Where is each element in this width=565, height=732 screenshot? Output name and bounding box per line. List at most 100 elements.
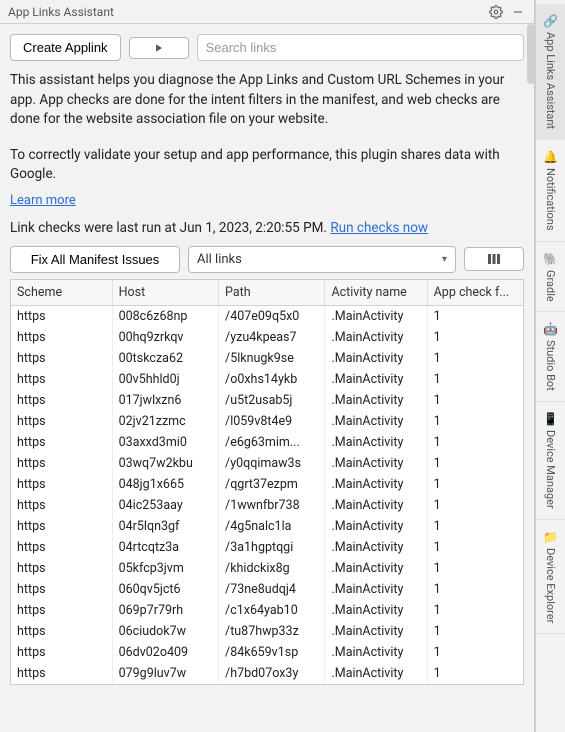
table-row[interactable]: https069p7r79rh/c1x64yab10.MainActivity1 <box>11 600 523 621</box>
cell-check: 1 <box>427 621 523 642</box>
cell-scheme: https <box>11 474 112 495</box>
search-input[interactable] <box>197 34 524 61</box>
cell-host: 079g9luv7w <box>112 663 218 684</box>
cell-path: /c1x64yab10 <box>219 600 325 621</box>
panel-content: Create Applink This assistant helps you … <box>0 24 534 695</box>
cell-path: /u5t2usab5j <box>219 390 325 411</box>
table-row[interactable]: https06dv02o409/84k659v1sp.MainActivity1 <box>11 642 523 663</box>
table-row[interactable]: https06ciudok7w/tu87hwp33z.MainActivity1 <box>11 621 523 642</box>
cell-host: 05kfcp3jvm <box>112 558 218 579</box>
table-row[interactable]: https04ic253aay/1wwnfbr738.MainActivity1 <box>11 495 523 516</box>
cell-check: 1 <box>427 432 523 453</box>
cell-path: /73ne8udqj4 <box>219 579 325 600</box>
table-row[interactable]: https05kfcp3jvm/khidckix8g.MainActivity1 <box>11 558 523 579</box>
side-tab-device-explorer[interactable]: 📁 Device Explorer <box>536 520 565 634</box>
side-tab-label: Device Explorer <box>544 548 557 623</box>
side-tab-notifications[interactable]: 🔔 Notifications <box>536 140 565 242</box>
table-header-row: Scheme Host Path Activity name App check… <box>11 280 523 306</box>
cell-activity: .MainActivity <box>325 305 427 327</box>
cell-host: 017jwlxzn6 <box>112 390 218 411</box>
cell-scheme: https <box>11 390 112 411</box>
filter-dropdown[interactable]: All links ▾ <box>188 246 456 273</box>
cell-activity: .MainActivity <box>325 390 427 411</box>
cell-activity: .MainActivity <box>325 663 427 684</box>
table-row[interactable]: https04r5lqn3gf/4g5nalc1la.MainActivity1 <box>11 516 523 537</box>
minimize-icon[interactable] <box>510 4 526 20</box>
table-row[interactable]: https048jg1x665/qgrt37ezpm.MainActivity1 <box>11 474 523 495</box>
cell-path: /84k659v1sp <box>219 642 325 663</box>
cell-check: 1 <box>427 474 523 495</box>
side-tab-label: Gradle <box>544 270 557 302</box>
fix-manifest-button[interactable]: Fix All Manifest Issues <box>10 246 180 273</box>
table-row[interactable]: https00tskcza62/5lknugk9se.MainActivity1 <box>11 348 523 369</box>
cell-host: 00v5hhld0j <box>112 369 218 390</box>
cell-path: /khidckix8g <box>219 558 325 579</box>
table-row[interactable]: https03axxd3mi0/e6g63mim....MainActivity… <box>11 432 523 453</box>
cell-host: 00hq9zrkqv <box>112 327 218 348</box>
filter-row: Fix All Manifest Issues All links ▾ <box>10 246 524 273</box>
cell-activity: .MainActivity <box>325 621 427 642</box>
cell-activity: .MainActivity <box>325 558 427 579</box>
cell-host: 06ciudok7w <box>112 621 218 642</box>
cell-path: /tu87hwp33z <box>219 621 325 642</box>
cell-host: 04ic253aay <box>112 495 218 516</box>
panel-header: App Links Assistant <box>0 0 534 24</box>
cell-host: 03wq7w2kbu <box>112 453 218 474</box>
side-tab-device-manager[interactable]: 📱 Device Manager <box>536 402 565 520</box>
table-row[interactable]: https060qv5jct6/73ne8udqj4.MainActivity1 <box>11 579 523 600</box>
cell-scheme: https <box>11 600 112 621</box>
cell-activity: .MainActivity <box>325 411 427 432</box>
table-row[interactable]: https017jwlxzn6/u5t2usab5j.MainActivity1 <box>11 390 523 411</box>
col-path[interactable]: Path <box>219 280 325 306</box>
table-row[interactable]: https02jv21zzmc/l059v8t4e9.MainActivity1 <box>11 411 523 432</box>
side-tab-app-links[interactable]: 🔗 App Links Assistant <box>536 4 565 140</box>
cell-scheme: https <box>11 348 112 369</box>
run-checks-link[interactable]: Run checks now <box>330 220 428 236</box>
cell-host: 03axxd3mi0 <box>112 432 218 453</box>
col-check[interactable]: App check f... <box>427 280 523 306</box>
table-row[interactable]: https008c6z68np/407e09q5x0.MainActivity1 <box>11 305 523 327</box>
scrollbar[interactable] <box>527 24 535 84</box>
side-tab-label: Studio Bot <box>544 340 557 391</box>
gear-icon[interactable] <box>488 4 504 20</box>
side-tab-studio-bot[interactable]: 🤖 Studio Bot <box>536 312 565 402</box>
create-applink-button[interactable]: Create Applink <box>10 34 121 61</box>
cell-activity: .MainActivity <box>325 369 427 390</box>
cell-check: 1 <box>427 369 523 390</box>
cell-check: 1 <box>427 305 523 327</box>
table-row[interactable]: https00v5hhld0j/o0xhs14ykb.MainActivity1 <box>11 369 523 390</box>
col-scheme[interactable]: Scheme <box>11 280 112 306</box>
columns-icon <box>487 253 501 265</box>
table-row[interactable]: https00hq9zrkqv/yzu4kpeas7.MainActivity1 <box>11 327 523 348</box>
tool-sidebar: 🔗 App Links Assistant 🔔 Notifications 🐘 … <box>535 0 565 732</box>
bell-icon: 🔔 <box>543 150 558 164</box>
cell-scheme: https <box>11 558 112 579</box>
cell-activity: .MainActivity <box>325 642 427 663</box>
cell-scheme: https <box>11 327 112 348</box>
cell-activity: .MainActivity <box>325 474 427 495</box>
cell-activity: .MainActivity <box>325 516 427 537</box>
cell-activity: .MainActivity <box>325 579 427 600</box>
table-row[interactable]: https04rtcqtz3a/3a1hgptqgi.MainActivity1 <box>11 537 523 558</box>
cell-check: 1 <box>427 579 523 600</box>
cell-check: 1 <box>427 411 523 432</box>
col-activity[interactable]: Activity name <box>325 280 427 306</box>
cell-path: /h7bd07ox3y <box>219 663 325 684</box>
side-tab-gradle[interactable]: 🐘 Gradle <box>536 242 565 313</box>
cell-scheme: https <box>11 621 112 642</box>
table-row[interactable]: https03wq7w2kbu/y0qqimaw3s.MainActivity1 <box>11 453 523 474</box>
col-host[interactable]: Host <box>112 280 218 306</box>
run-button[interactable] <box>129 37 189 59</box>
view-toggle-button[interactable] <box>464 247 524 271</box>
cell-path: /1wwnfbr738 <box>219 495 325 516</box>
cell-host: 060qv5jct6 <box>112 579 218 600</box>
table-row[interactable]: https079g9luv7w/h7bd07ox3y.MainActivity1 <box>11 663 523 684</box>
cell-activity: .MainActivity <box>325 495 427 516</box>
play-icon <box>154 43 164 53</box>
cell-check: 1 <box>427 600 523 621</box>
cell-check: 1 <box>427 642 523 663</box>
learn-more-link[interactable]: Learn more <box>10 193 524 208</box>
cell-host: 069p7r79rh <box>112 600 218 621</box>
cell-scheme: https <box>11 516 112 537</box>
cell-activity: .MainActivity <box>325 537 427 558</box>
